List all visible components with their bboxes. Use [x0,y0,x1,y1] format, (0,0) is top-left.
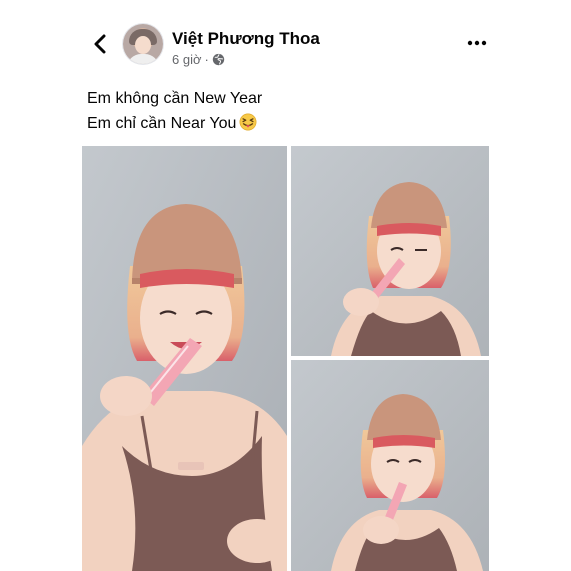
globe-icon [212,53,225,66]
meta-separator: · [204,52,209,67]
squinting-tongue-emoji-icon [239,113,257,139]
more-options-button[interactable] [462,33,492,53]
chevron-left-icon [94,34,106,54]
post-time[interactable]: 6 giờ [172,52,202,67]
caption-line-1: Em không cần New Year [87,90,263,107]
post-caption: Em không cần New Year Em chỉ cần Near Yo… [87,86,262,139]
more-horizontal-icon [467,40,487,46]
caption-line-2-text: Em chỉ cần Near You [87,115,237,132]
caption-line-2: Em chỉ cần Near You [87,111,262,139]
photo-main[interactable] [82,146,287,571]
author-name[interactable]: Việt Phương Thoa [172,29,320,49]
post-view: Việt Phương Thoa 6 giờ · Em không cần Ne… [0,0,571,571]
photo-main-image [82,146,287,571]
back-button[interactable] [86,30,114,58]
photo-top-right-image [291,146,489,356]
photo-top-right[interactable] [291,146,489,356]
author-avatar[interactable] [123,24,163,64]
photo-bottom-right-image [291,360,489,571]
post-meta: 6 giờ · [172,52,225,67]
photo-bottom-right[interactable] [291,360,489,571]
